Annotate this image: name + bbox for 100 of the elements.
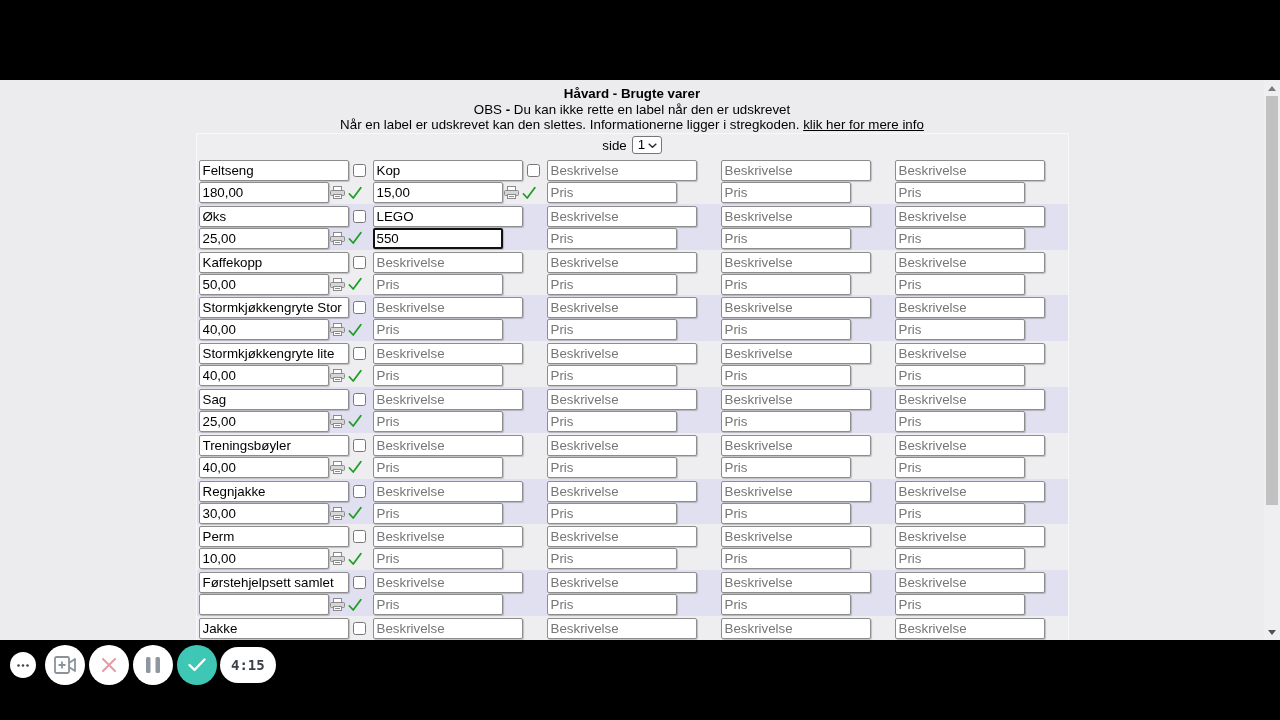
description-field[interactable]: Jakke (198, 617, 349, 639)
price-field[interactable]: 40,00 (198, 456, 329, 478)
checkbox[interactable] (352, 347, 366, 361)
price-field[interactable]: Pris (894, 411, 1025, 432)
price-field[interactable]: Pris (546, 319, 677, 341)
description-field[interactable]: Beskrivelse (720, 251, 871, 273)
description-field[interactable]: Beskrivelse (720, 160, 871, 181)
description-field[interactable]: Beskrivelse (720, 343, 871, 365)
scroll-up-icon[interactable] (1268, 86, 1276, 91)
description-field[interactable]: Beskrivelse (720, 617, 871, 639)
more-button[interactable] (10, 652, 36, 678)
description-field[interactable]: Beskrivelse (372, 389, 523, 410)
scroll-down-icon[interactable] (1268, 630, 1276, 635)
printer-icon[interactable] (329, 231, 345, 245)
price-field[interactable]: Pris (372, 456, 503, 478)
pause-button[interactable] (133, 645, 173, 685)
printer-icon[interactable] (329, 186, 345, 199)
price-field[interactable]: Pris (546, 502, 677, 524)
description-field[interactable]: Beskrivelse (720, 205, 871, 227)
price-field[interactable]: 10,00 (198, 548, 329, 570)
description-field[interactable]: Treningsbøyler (198, 434, 349, 456)
description-field[interactable]: Beskrivelse (894, 480, 1045, 502)
price-field[interactable]: Pris (546, 411, 677, 432)
description-field[interactable]: Beskrivelse (720, 572, 871, 594)
price-field[interactable]: Pris (894, 227, 1025, 249)
description-field[interactable]: Beskrivelse (894, 205, 1045, 227)
description-field[interactable]: Beskrivelse (372, 251, 523, 273)
description-field[interactable]: Beskrivelse (720, 389, 871, 410)
description-field[interactable]: Stormkjøkkengryte Stor (198, 297, 349, 319)
description-field[interactable]: Beskrivelse (894, 572, 1045, 594)
price-field[interactable]: Pris (894, 594, 1025, 616)
checkbox[interactable] (352, 164, 366, 177)
description-field[interactable]: Beskrivelse (894, 389, 1045, 410)
price-field[interactable]: 15,00 (372, 182, 503, 203)
description-field[interactable]: Stormkjøkkengryte lite (198, 343, 349, 365)
description-field[interactable]: Beskrivelse (546, 480, 697, 502)
description-field[interactable]: Beskrivelse (372, 480, 523, 502)
checkbox[interactable] (352, 255, 366, 269)
price-field[interactable]: Pris (720, 273, 851, 295)
price-field[interactable]: Pris (546, 548, 677, 570)
printer-icon[interactable] (329, 552, 345, 566)
price-field[interactable]: Pris (546, 273, 677, 295)
page-select[interactable]: 1 (631, 136, 662, 155)
price-field[interactable]: Pris (720, 502, 851, 524)
checkbox[interactable] (526, 164, 540, 177)
price-field[interactable]: Pris (372, 319, 503, 341)
price-field[interactable]: Pris (372, 502, 503, 524)
checkbox[interactable] (352, 484, 366, 498)
description-field[interactable]: Kaffekopp (198, 251, 349, 273)
price-field[interactable]: Pris (546, 182, 677, 203)
price-field[interactable]: Pris (720, 182, 851, 203)
price-field[interactable]: Pris (372, 365, 503, 387)
checkbox[interactable] (352, 209, 366, 223)
printer-icon[interactable] (329, 598, 345, 612)
description-field[interactable]: Beskrivelse (372, 617, 523, 639)
checkbox[interactable] (352, 393, 366, 406)
price-field[interactable]: Pris (720, 594, 851, 616)
price-field[interactable]: Pris (720, 456, 851, 478)
description-field[interactable]: Perm (198, 526, 349, 548)
price-field[interactable]: Pris (372, 548, 503, 570)
description-field[interactable]: Beskrivelse (372, 526, 523, 548)
checkbox[interactable] (352, 576, 366, 590)
description-field[interactable]: Beskrivelse (546, 434, 697, 456)
price-field[interactable]: Pris (720, 227, 851, 249)
description-field[interactable]: Beskrivelse (894, 526, 1045, 548)
price-field[interactable]: Pris (546, 365, 677, 387)
printer-icon[interactable] (329, 277, 345, 291)
description-field[interactable]: Beskrivelse (720, 526, 871, 548)
price-field[interactable]: 40,00 (198, 365, 329, 387)
checkbox[interactable] (352, 301, 366, 315)
description-field[interactable]: Beskrivelse (372, 343, 523, 365)
description-field[interactable]: Beskrivelse (720, 480, 871, 502)
checkbox[interactable] (352, 621, 366, 635)
description-field[interactable]: Førstehjelpsett samlet (198, 572, 349, 594)
description-field[interactable]: Beskrivelse (372, 434, 523, 456)
printer-icon[interactable] (329, 323, 345, 337)
checkbox[interactable] (352, 438, 366, 452)
description-field[interactable]: Beskrivelse (546, 526, 697, 548)
description-field[interactable]: Sag (198, 389, 349, 410)
description-field[interactable]: Beskrivelse (894, 434, 1045, 456)
description-field[interactable]: Beskrivelse (546, 617, 697, 639)
price-field[interactable]: Pris (894, 319, 1025, 341)
price-field[interactable]: 25,00 (198, 227, 329, 249)
description-field[interactable]: Beskrivelse (720, 434, 871, 456)
price-field[interactable]: Pris (372, 273, 503, 295)
price-field[interactable]: 550 (372, 227, 503, 249)
description-field[interactable]: Feltseng (198, 160, 349, 181)
camera-button[interactable] (45, 645, 85, 685)
price-field[interactable]: Pris (894, 365, 1025, 387)
description-field[interactable]: Regnjakke (198, 480, 349, 502)
price-field[interactable]: Pris (894, 456, 1025, 478)
description-field[interactable]: Beskrivelse (546, 343, 697, 365)
price-field[interactable]: Pris (546, 227, 677, 249)
description-field[interactable]: Beskrivelse (546, 160, 697, 181)
price-field[interactable]: 30,00 (198, 502, 329, 524)
price-field[interactable]: 50,00 (198, 273, 329, 295)
description-field[interactable]: Beskrivelse (372, 572, 523, 594)
description-field[interactable]: Beskrivelse (372, 297, 523, 319)
price-field[interactable]: Pris (894, 273, 1025, 295)
price-field[interactable]: Pris (720, 365, 851, 387)
